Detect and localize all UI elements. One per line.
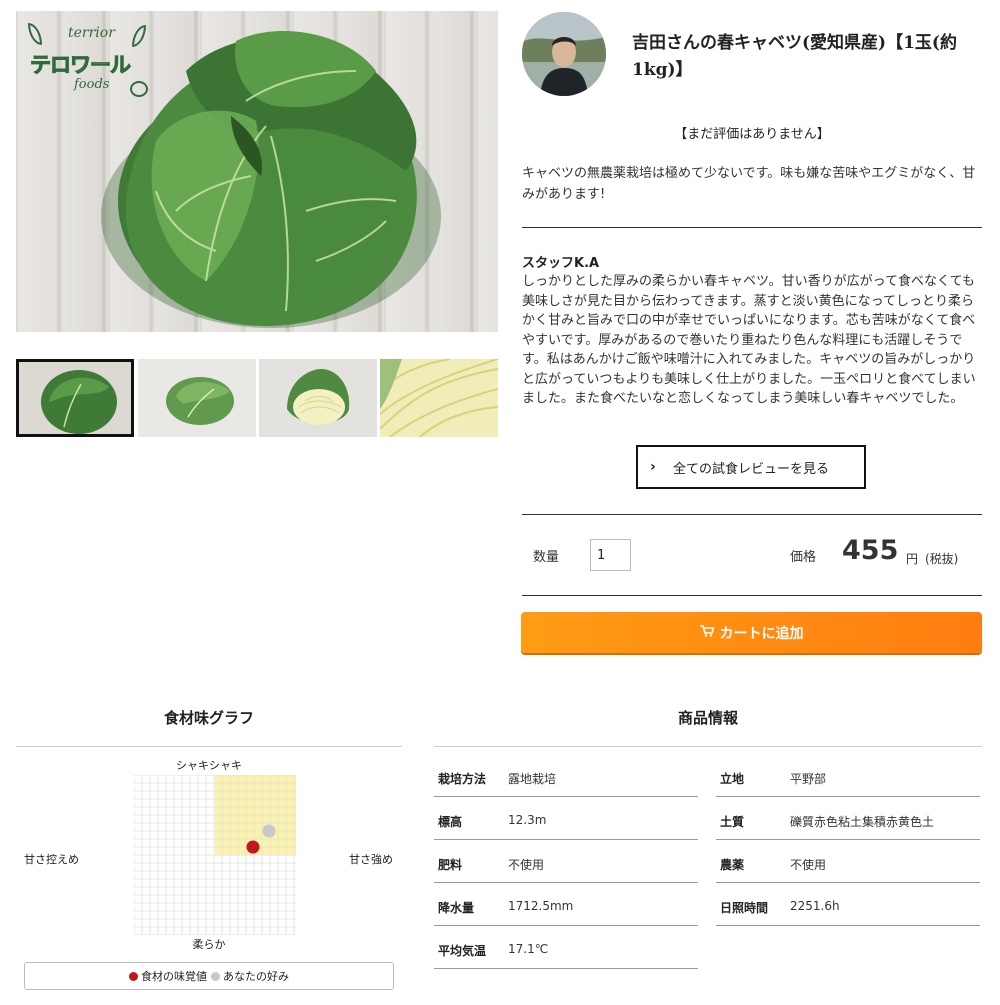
product-title: 吉田さんの春キャベツ(愛知県産)【1玉(約1kg)】	[632, 33, 957, 80]
product-info-right: 立地 平野部土質 礫質赤色粘土集積赤黄色土農薬 不使用日照時間 2251.6h	[716, 754, 980, 926]
thumbnail-3[interactable]	[259, 359, 377, 437]
axis-left-label: 甘さ控えめ	[24, 853, 79, 866]
terroir-foods-logo: terrior テロワール foods	[26, 19, 154, 107]
info-row: 立地 平野部	[716, 754, 980, 797]
add-to-cart-button[interactable]: カートに追加	[521, 612, 982, 653]
divider	[522, 595, 982, 596]
all-reviews-button[interactable]: › 全ての試食レビューを見る	[636, 445, 866, 489]
review-body: しっかりとした厚みの柔らかい春キャベツ。甘い香りが広がって食べなくても美味しさが…	[522, 274, 976, 406]
info-row: 降水量 1712.5mm	[434, 883, 698, 926]
all-reviews-label: 全ての試食レビューを見る	[672, 461, 829, 477]
info-row: 標高 12.3m	[434, 797, 698, 840]
preference-dot-icon	[211, 971, 220, 981]
ingredient-point	[246, 840, 260, 854]
info-value: 不使用	[790, 858, 827, 872]
taste-grid	[134, 775, 296, 935]
price-label: 価格	[790, 550, 817, 565]
legend-ingredient-label: 食材の味覚値	[141, 970, 207, 983]
thumbnail-4[interactable]	[380, 359, 498, 437]
producer-avatar	[522, 12, 606, 96]
thumbnail-strip	[16, 359, 498, 439]
info-value: 露地栽培	[508, 772, 557, 786]
leaf-icon	[132, 25, 146, 47]
legend-ingredient: 食材の味覚値	[129, 968, 207, 984]
info-key: 平均気温	[438, 944, 487, 958]
info-value: 不使用	[508, 858, 545, 872]
info-key: 立地	[720, 772, 745, 786]
preference-point	[262, 824, 276, 838]
thumbnail-2[interactable]	[138, 359, 256, 437]
thumbnail-1[interactable]	[16, 359, 134, 437]
chevron-right-icon: ›	[650, 459, 656, 475]
info-value: 2251.6h	[790, 899, 840, 913]
taste-graph-title: 食材味グラフ	[163, 709, 254, 727]
info-key: 肥料	[438, 858, 463, 872]
info-row: 農薬 不使用	[716, 840, 980, 883]
info-value: 17.1℃	[508, 942, 549, 956]
info-key: 栽培方法	[438, 772, 487, 786]
review-author: スタッフK.A	[522, 256, 600, 271]
divider	[434, 746, 982, 747]
taste-graph: シャキシャキ 甘さ控えめ 甘さ強め 柔らか 食材の味覚値 あなたの好み	[16, 750, 402, 1000]
info-key: 降水量	[438, 901, 475, 915]
logo-text-main: テロワール	[30, 53, 132, 78]
info-key: 標高	[438, 815, 463, 829]
divider	[522, 514, 982, 515]
quantity-label: 数量	[533, 550, 560, 565]
product-description: キャベツの無農薬栽培は極めて少ないです。味も嫌な苦味やエグミがなく、甘みがありま…	[522, 166, 976, 202]
divider	[16, 746, 402, 747]
add-to-cart-label: カートに追加	[719, 624, 804, 641]
info-row: 肥料 不使用	[434, 840, 698, 883]
info-value: 礫質赤色粘土集積赤黄色土	[790, 815, 935, 829]
info-key: 農薬	[720, 858, 745, 872]
info-row: 平均気温 17.1℃	[434, 926, 698, 969]
price-unit: 円	[906, 552, 919, 566]
logo-text-top: terrior	[68, 25, 115, 41]
product-info-title: 商品情報	[677, 709, 738, 727]
info-row: 土質 礫質赤色粘土集積赤黄色土	[716, 797, 980, 840]
cart-icon	[699, 625, 715, 640]
legend-yours-label: あなたの好み	[223, 970, 289, 983]
leaf-icon	[28, 23, 42, 45]
logo-text-bottom: foods	[74, 77, 110, 92]
vegetable-icon	[130, 81, 148, 97]
rating-status: 【まだ評価はありません】	[674, 127, 830, 142]
divider	[522, 227, 982, 228]
axis-right-label: 甘さ強め	[349, 853, 393, 866]
axis-bottom-label: 柔らか	[192, 938, 226, 951]
info-row: 栽培方法 露地栽培	[434, 754, 698, 797]
info-value: 12.3m	[508, 813, 547, 827]
info-key: 日照時間	[720, 901, 769, 915]
price-tax-note: (税抜)	[925, 552, 959, 566]
axis-top-label: シャキシャキ	[176, 759, 242, 772]
ingredient-dot-icon	[129, 971, 138, 981]
price-value: 455	[842, 535, 899, 566]
quantity-input[interactable]	[590, 539, 631, 571]
info-row: 日照時間 2251.6h	[716, 883, 980, 926]
info-key: 土質	[720, 815, 745, 829]
info-value: 1712.5mm	[508, 899, 574, 913]
taste-graph-legend: 食材の味覚値 あなたの好み	[24, 962, 394, 990]
product-info-left: 栽培方法 露地栽培標高 12.3m 肥料 不使用降水量 1712.5mm 平均気温 17.1℃	[434, 754, 698, 969]
info-value: 平野部	[790, 772, 827, 786]
main-product-photo[interactable]: terrior テロワール foods	[16, 11, 498, 332]
legend-yours: あなたの好み	[211, 968, 289, 984]
